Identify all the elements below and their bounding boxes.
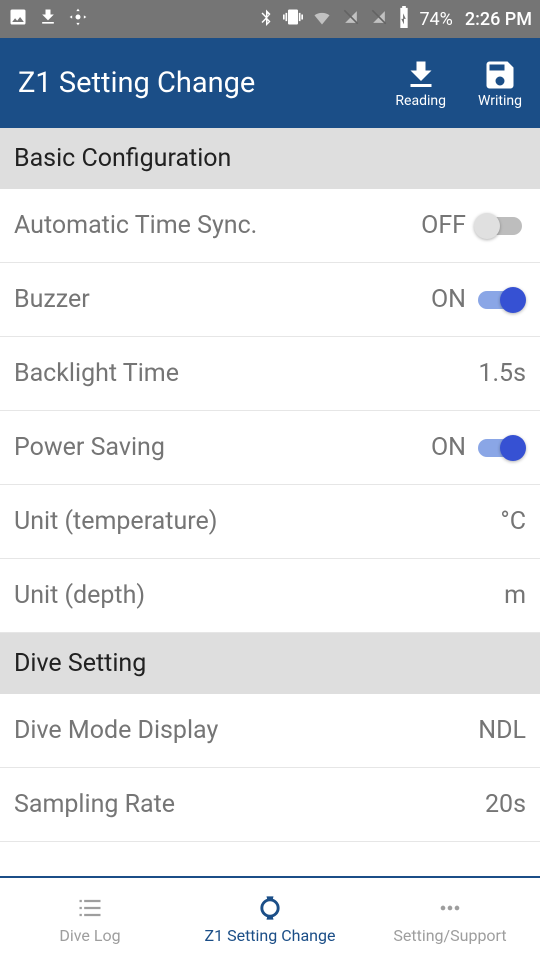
nav-z1-setting[interactable]: Z1 Setting Change <box>180 878 360 960</box>
row-value: 1.5s <box>478 359 526 388</box>
row-label: Backlight Time <box>14 359 478 388</box>
status-bar: 74% 2:26 PM <box>0 0 540 38</box>
save-icon <box>482 57 518 93</box>
toggle-buzzer[interactable] <box>474 285 526 315</box>
bluetooth-icon <box>257 7 275 32</box>
writing-label: Writing <box>478 93 522 109</box>
wifi-icon <box>311 7 333 32</box>
row-label: Sampling Rate <box>14 790 485 819</box>
download-arrow-icon <box>403 57 439 93</box>
row-power-saving[interactable]: Power Saving ON <box>0 411 540 485</box>
download-icon <box>38 7 58 32</box>
row-label: Dive Mode Display <box>14 716 478 745</box>
page-title: Z1 Setting Change <box>18 66 255 100</box>
row-backlight-time[interactable]: Backlight Time 1.5s <box>0 337 540 411</box>
row-unit-depth[interactable]: Unit (depth) m <box>0 559 540 633</box>
row-auto-time-sync[interactable]: Automatic Time Sync. OFF <box>0 189 540 263</box>
row-value: 20s <box>485 790 526 819</box>
watch-icon <box>254 894 286 922</box>
list-icon <box>74 894 106 922</box>
battery-icon <box>397 6 411 33</box>
toggle-power-saving[interactable] <box>474 433 526 463</box>
section-header-dive: Dive Setting <box>0 633 540 694</box>
row-sampling-rate[interactable]: Sampling Rate 20s <box>0 768 540 842</box>
row-label: Unit (temperature) <box>14 507 500 536</box>
nav-setting-support[interactable]: Setting/Support <box>360 878 540 960</box>
image-icon <box>8 7 28 32</box>
no-sim-icon-2 <box>369 6 389 33</box>
bottom-nav: Dive Log Z1 Setting Change Setting/Suppo… <box>0 876 540 960</box>
status-right-icons: 74% 2:26 PM <box>257 6 532 33</box>
row-value: ON <box>431 433 466 462</box>
settings-scroll[interactable]: Basic Configuration Automatic Time Sync.… <box>0 128 540 876</box>
row-value: OFF <box>421 211 466 240</box>
sync-icon <box>68 7 88 32</box>
writing-button[interactable]: Writing <box>478 57 522 109</box>
row-dive-mode-display[interactable]: Dive Mode Display NDL <box>0 694 540 768</box>
row-label: Automatic Time Sync. <box>14 211 421 240</box>
reading-label: Reading <box>395 93 446 109</box>
nav-label: Z1 Setting Change <box>205 926 336 945</box>
reading-button[interactable]: Reading <box>395 57 446 109</box>
nav-label: Dive Log <box>59 926 120 945</box>
battery-pct: 74% <box>419 9 452 30</box>
row-buzzer[interactable]: Buzzer ON <box>0 263 540 337</box>
vibrate-icon <box>283 7 303 32</box>
section-header-basic: Basic Configuration <box>0 128 540 189</box>
nav-label: Setting/Support <box>393 926 506 945</box>
row-label: Unit (depth) <box>14 581 504 610</box>
clock: 2:26 PM <box>465 9 532 30</box>
row-value: m <box>504 581 526 610</box>
row-label: Power Saving <box>14 433 431 462</box>
app-bar: Z1 Setting Change Reading Writing <box>0 38 540 128</box>
row-value: °C <box>500 507 526 536</box>
row-value: NDL <box>478 716 526 745</box>
no-sim-icon-1 <box>341 6 361 33</box>
more-icon <box>434 894 466 922</box>
toggle-auto-time-sync[interactable] <box>474 211 526 241</box>
row-unit-temperature[interactable]: Unit (temperature) °C <box>0 485 540 559</box>
row-value: ON <box>431 285 466 314</box>
status-left-icons <box>8 7 88 32</box>
nav-dive-log[interactable]: Dive Log <box>0 878 180 960</box>
row-label: Buzzer <box>14 285 431 314</box>
